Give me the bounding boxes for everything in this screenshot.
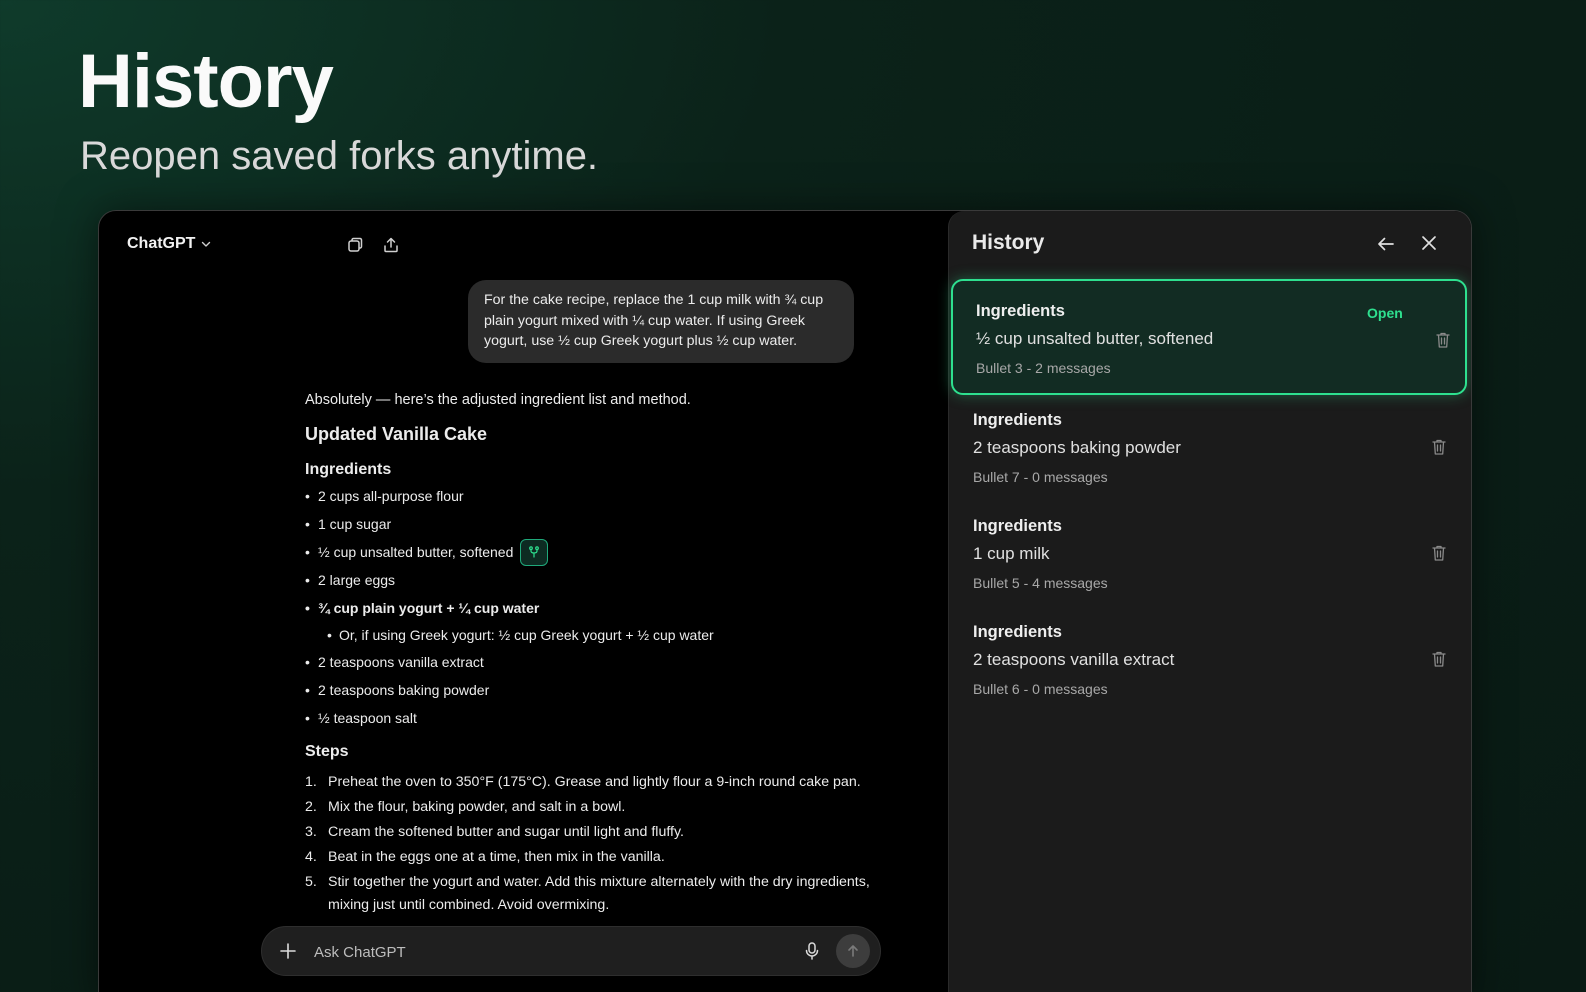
- history-item-text: 2 teaspoons baking powder: [973, 438, 1181, 457]
- chat-input[interactable]: [314, 939, 784, 965]
- ingredients-list: 2 cups all-purpose flour 1 cup sugar ½ c…: [305, 482, 885, 732]
- history-item-category: Ingredients: [973, 517, 1062, 535]
- plus-icon[interactable]: [278, 941, 298, 961]
- list-item: 5. Stir together the yogurt and water. Ad…: [305, 874, 870, 913]
- arrow-up-icon: [848, 945, 858, 957]
- history-item[interactable]: Ingredients 2 teaspoons vanilla extract …: [949, 601, 1469, 717]
- share-icon[interactable]: [382, 236, 400, 254]
- trash-icon[interactable]: [1431, 650, 1447, 668]
- fork-button[interactable]: [520, 538, 549, 566]
- ingredients-heading: Ingredients: [305, 461, 392, 478]
- history-item-text: 2 teaspoons vanilla extract: [973, 650, 1175, 669]
- list-item: 4. Beat in the eggs one at a time, then m…: [305, 849, 665, 865]
- hero-title: History: [78, 39, 334, 124]
- answer-intro: Absolutely — here’s the adjusted ingredi…: [305, 392, 691, 408]
- list-item: ¾ cup plain yogurt + ¼ cup water: [305, 594, 885, 622]
- history-item-meta: Bullet 6 - 0 messages: [973, 681, 1108, 697]
- steps-heading: Steps: [305, 743, 349, 760]
- mic-icon[interactable]: [802, 941, 822, 961]
- list-item: ½ cup unsalted butter, softened: [305, 538, 885, 566]
- list-item: 2 teaspoons vanilla extract: [305, 648, 885, 676]
- arrow-left-icon[interactable]: [1376, 234, 1396, 254]
- history-item-category: Ingredients: [973, 623, 1062, 641]
- trash-icon[interactable]: [1435, 331, 1451, 349]
- chat-pane: ChatGPT For the cake recipe, replace the…: [99, 211, 949, 992]
- hero-subtitle: Reopen saved forks anytime.: [80, 134, 599, 178]
- trash-icon[interactable]: [1431, 544, 1447, 562]
- history-item-meta: Bullet 5 - 4 messages: [973, 575, 1108, 591]
- fork-icon: [529, 546, 540, 558]
- list-item: 2 teaspoons baking powder: [305, 676, 885, 704]
- history-item[interactable]: Ingredients 1 cup milk Bullet 5 - 4 mess…: [949, 495, 1469, 611]
- history-item-meta: Bullet 3 - 2 messages: [976, 360, 1111, 376]
- model-selector[interactable]: ChatGPT: [127, 235, 211, 253]
- copy-icon[interactable]: [346, 236, 364, 254]
- recipe-title: Updated Vanilla Cake: [305, 424, 488, 444]
- list-item: 1. Preheat the oven to 350°F (175°C). Gre…: [305, 774, 861, 790]
- history-item-text: 1 cup milk: [973, 544, 1050, 563]
- history-item[interactable]: Ingredients ½ cup unsalted butter, softe…: [951, 279, 1467, 395]
- history-item-category: Ingredients: [973, 411, 1062, 429]
- history-item-text: ½ cup unsalted butter, softened: [976, 329, 1214, 348]
- history-title: History: [972, 231, 1045, 254]
- trash-icon[interactable]: [1431, 438, 1447, 456]
- app-window: ChatGPT For the cake recipe, replace the…: [98, 210, 1472, 992]
- history-item-meta: Bullet 7 - 0 messages: [973, 469, 1108, 485]
- open-button[interactable]: Open: [1367, 305, 1403, 321]
- list-item: 3. Cream the softened butter and sugar un…: [305, 824, 684, 840]
- send-button[interactable]: [836, 934, 870, 968]
- close-icon[interactable]: [1420, 234, 1438, 252]
- list-item: 2 cups all-purpose flour: [305, 482, 885, 510]
- list-item: 1 cup sugar: [305, 510, 885, 538]
- chevron-down-icon: [202, 241, 211, 247]
- model-selector-label: ChatGPT: [127, 235, 196, 252]
- list-item: ½ teaspoon salt: [305, 704, 885, 732]
- list-item: 2. Mix the flour, baking powder, and salt…: [305, 799, 626, 815]
- steps-list: 1. Preheat the oven to 350°F (175°C). Gre…: [305, 771, 885, 917]
- list-item: 2 large eggs: [305, 566, 885, 594]
- list-item: Or, if using Greek yogurt: ½ cup Greek y…: [305, 622, 885, 648]
- history-panel: History Ingredients ½ cup unsalted butte…: [948, 211, 1471, 992]
- assistant-message: Absolutely — here’s the adjusted ingredi…: [305, 392, 885, 919]
- user-message: For the cake recipe, replace the 1 cup m…: [468, 280, 854, 363]
- composer: [261, 926, 881, 976]
- history-item[interactable]: Ingredients 2 teaspoons baking powder Bu…: [949, 389, 1469, 505]
